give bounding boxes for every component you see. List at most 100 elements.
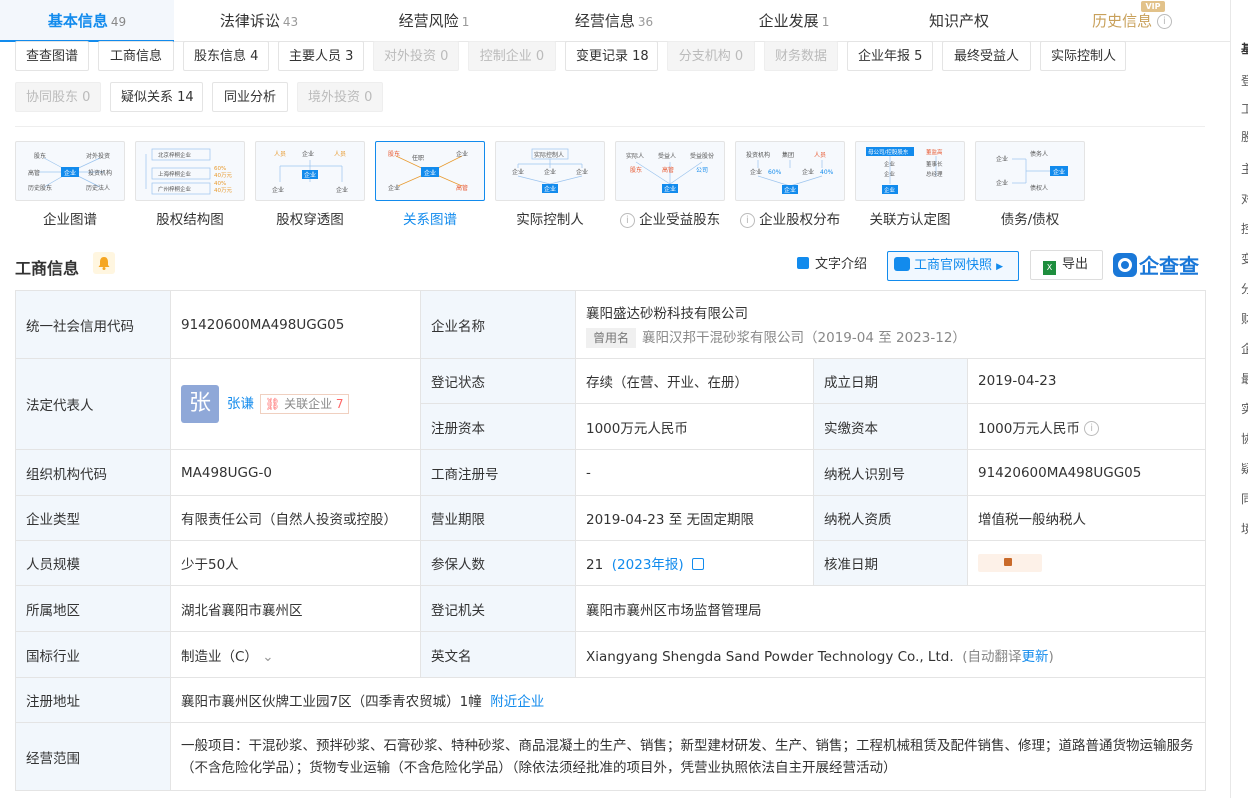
thumb-text: 人员 <box>814 152 826 159</box>
table-row: 组织机构代码 MA498UGG-0 工商注册号 - 纳税人识别号 9142060… <box>15 449 1206 496</box>
sidebar-item[interactable]: 控 <box>1241 220 1248 237</box>
right-anchor-sidebar: 基 登 工 股 主 对 控 变 分 财 企 最 实 协 疑 同 境 <box>1230 0 1248 798</box>
export-label: 导出 <box>1062 257 1089 272</box>
graph-label-with-info[interactable]: i 企业股权分布 <box>720 208 860 228</box>
related-company-badge[interactable]: ⛓ 关联企业 7 <box>260 394 349 414</box>
graph-label[interactable]: 股权结构图 <box>120 208 260 228</box>
bell-icon[interactable] <box>93 252 115 274</box>
sidebar-item[interactable]: 实 <box>1241 400 1248 417</box>
thumb-text: 企业 <box>544 185 556 193</box>
tab-basic-info[interactable]: 基本信息 49 <box>0 0 174 42</box>
graph-label[interactable]: 关系图谱 <box>360 208 500 228</box>
sidebar-item[interactable]: 基 <box>1241 40 1248 57</box>
thumb-text: 历史法人 <box>86 184 110 192</box>
status-value: 存续（在营、开业、在册） <box>575 358 814 404</box>
thumb-text: 集团 <box>782 151 794 159</box>
chip-shareholders[interactable]: 股东信息 4 <box>183 41 269 71</box>
tab-count: 1 <box>461 15 470 29</box>
thumb-text: 企业 <box>750 168 762 176</box>
sidebar-item[interactable]: 最 <box>1241 370 1248 387</box>
graph-thumb-controller[interactable]: 实际控制人 企业 企业 企业 企业 <box>495 141 605 201</box>
sidebar-item[interactable]: 登 <box>1241 72 1248 89</box>
thumb-text: 债权人 <box>1030 184 1048 192</box>
update-link[interactable]: 更新 <box>1022 649 1049 665</box>
thumb-text: 企业 <box>64 169 76 177</box>
sidebar-item[interactable]: 变 <box>1241 250 1248 267</box>
sidebar-item[interactable]: 主 <box>1241 160 1248 177</box>
chip-beneficiary[interactable]: 最终受益人 <box>942 41 1031 71</box>
thumb-text: 企业 <box>664 185 676 193</box>
sidebar-item[interactable]: 协 <box>1241 430 1248 447</box>
vip-locked-value[interactable] <box>978 554 1042 572</box>
thumb-text: 高管 <box>456 184 468 192</box>
chip-business-info[interactable]: 工商信息 <box>98 41 174 71</box>
thumb-text: 企业 <box>304 171 316 179</box>
thumb-text: 高管 <box>28 169 40 177</box>
snapshot-icon <box>894 257 910 271</box>
thumb-text: 企业 <box>784 186 796 194</box>
brand-icon <box>1113 253 1137 277</box>
tab-risk[interactable]: 经营风险 1 <box>344 0 524 42</box>
graph-label[interactable]: 债务/债权 <box>960 208 1100 228</box>
thumb-text: 股东 <box>388 150 400 158</box>
sidebar-item[interactable]: 对 <box>1241 190 1248 207</box>
graph-label[interactable]: 实际控制人 <box>480 208 620 228</box>
avatar[interactable]: 张 <box>181 385 219 423</box>
graph-thumb-equity-distribution[interactable]: 投资机构 集团 人员 企业 60% 企业 40% 企业 <box>735 141 845 201</box>
tab-history[interactable]: 历史信息 i <box>1034 0 1230 42</box>
thumb-text: 企业 <box>996 179 1008 187</box>
table-row: 人员规模 少于50人 参保人数 21 (2023年报) 核准日期 <box>15 540 1206 586</box>
chip-changes[interactable]: 变更记录 18 <box>565 41 658 71</box>
former-name-row: 曾用名 襄阳汉邦干混砂浆有限公司（2019-04 至 2023-12） <box>586 326 1195 348</box>
tab-ip[interactable]: 知识产权 <box>884 0 1034 42</box>
tab-development[interactable]: 企业发展 1 <box>704 0 884 42</box>
graph-thumb-equity-structure[interactable]: 北京梓桐企业 上海梓桐企业 广州梓桐企业 60% 40万元 40% 40万元 <box>135 141 245 201</box>
thumb-text: 历史股东 <box>28 184 52 192</box>
thumb-text: 40万元 <box>214 172 232 179</box>
graph-label: 企业受益股东 <box>639 212 721 228</box>
chart-icon[interactable] <box>692 558 705 570</box>
business-scope-value: 一般项目：干混砂浆、预拌砂浆、石膏砂浆、特种砂浆、商品混凝土的生产、销售；新型建… <box>170 722 1206 791</box>
graph-label[interactable]: 股权穿透图 <box>240 208 380 228</box>
graph-thumb-debt[interactable]: 企业 债务人 企业 企业 债权人 <box>975 141 1085 201</box>
graph-thumb-penetration[interactable]: 人员 企业 人员 企业 企业 企业 <box>255 141 365 201</box>
chip-graph[interactable]: 查查图谱 <box>15 41 89 71</box>
industry-cell[interactable]: 制造业（C） ⌄ <box>170 631 421 678</box>
chip-annual-report[interactable]: 企业年报 5 <box>847 41 933 71</box>
graph-thumb-related-party[interactable]: 母公司/控股股东 董监高 企业 董事长 企业 总经理 企业 <box>855 141 965 201</box>
tab-legal[interactable]: 法律诉讼 43 <box>174 0 344 42</box>
sidebar-item[interactable]: 股 <box>1241 128 1248 145</box>
graph-label-with-info[interactable]: i 企业受益股东 <box>600 208 740 228</box>
chip-controller[interactable]: 实际控制人 <box>1040 41 1126 71</box>
sidebar-item[interactable]: 同 <box>1241 490 1248 507</box>
tab-operation[interactable]: 经营信息 36 <box>524 0 704 42</box>
sidebar-item[interactable]: 境 <box>1241 520 1248 537</box>
thumb-text: 企业 <box>456 150 468 158</box>
graph-thumb-enterprise[interactable]: 股东 对外投资 高管 企业 投资机构 历史股东 历史法人 <box>15 141 125 201</box>
insured-report-link[interactable]: (2023年报) <box>612 557 684 573</box>
thumb-text: 企业 <box>544 168 556 176</box>
chip-suspected[interactable]: 疑似关系 14 <box>110 82 203 112</box>
sidebar-item[interactable]: 财 <box>1241 310 1248 327</box>
thumb-text: 上海梓桐企业 <box>158 170 192 178</box>
graph-label[interactable]: 关联方认定图 <box>840 208 980 228</box>
sidebar-item[interactable]: 工 <box>1241 100 1248 117</box>
graph-thumb-beneficiary[interactable]: 实际人 受益人 受益股份 股东 高管 公司 企业 <box>615 141 725 201</box>
legal-rep-name[interactable]: 张谦 <box>227 396 254 412</box>
nearby-companies-link[interactable]: 附近企业 <box>490 694 544 710</box>
sidebar-item[interactable]: 疑 <box>1241 460 1248 477</box>
sidebar-item[interactable]: 分 <box>1241 280 1248 297</box>
info-icon[interactable]: i <box>1084 421 1100 436</box>
sidebar-item[interactable]: 企 <box>1241 340 1248 357</box>
tab-count: 49 <box>110 15 127 29</box>
text-intro-link[interactable]: 文字介绍 <box>797 253 867 272</box>
export-button[interactable]: X 导出 <box>1030 250 1103 280</box>
address-cell: 襄阳市襄州区伙牌工业园7区（四季青农贸城）1幢 附近企业 <box>170 677 1206 723</box>
chip-overseas: 境外投资 0 <box>297 82 383 112</box>
tab-label: 企业发展 <box>758 12 819 30</box>
graph-thumb-relationship[interactable]: 股东 任职 企业 企业 企业 高管 <box>375 141 485 201</box>
chip-peer-analysis[interactable]: 同业分析 <box>212 82 288 112</box>
chip-key-personnel[interactable]: 主要人员 3 <box>278 41 364 71</box>
graph-label[interactable]: 企业图谱 <box>0 208 140 228</box>
snapshot-button[interactable]: 工商官网快照 ▶ <box>887 251 1019 281</box>
